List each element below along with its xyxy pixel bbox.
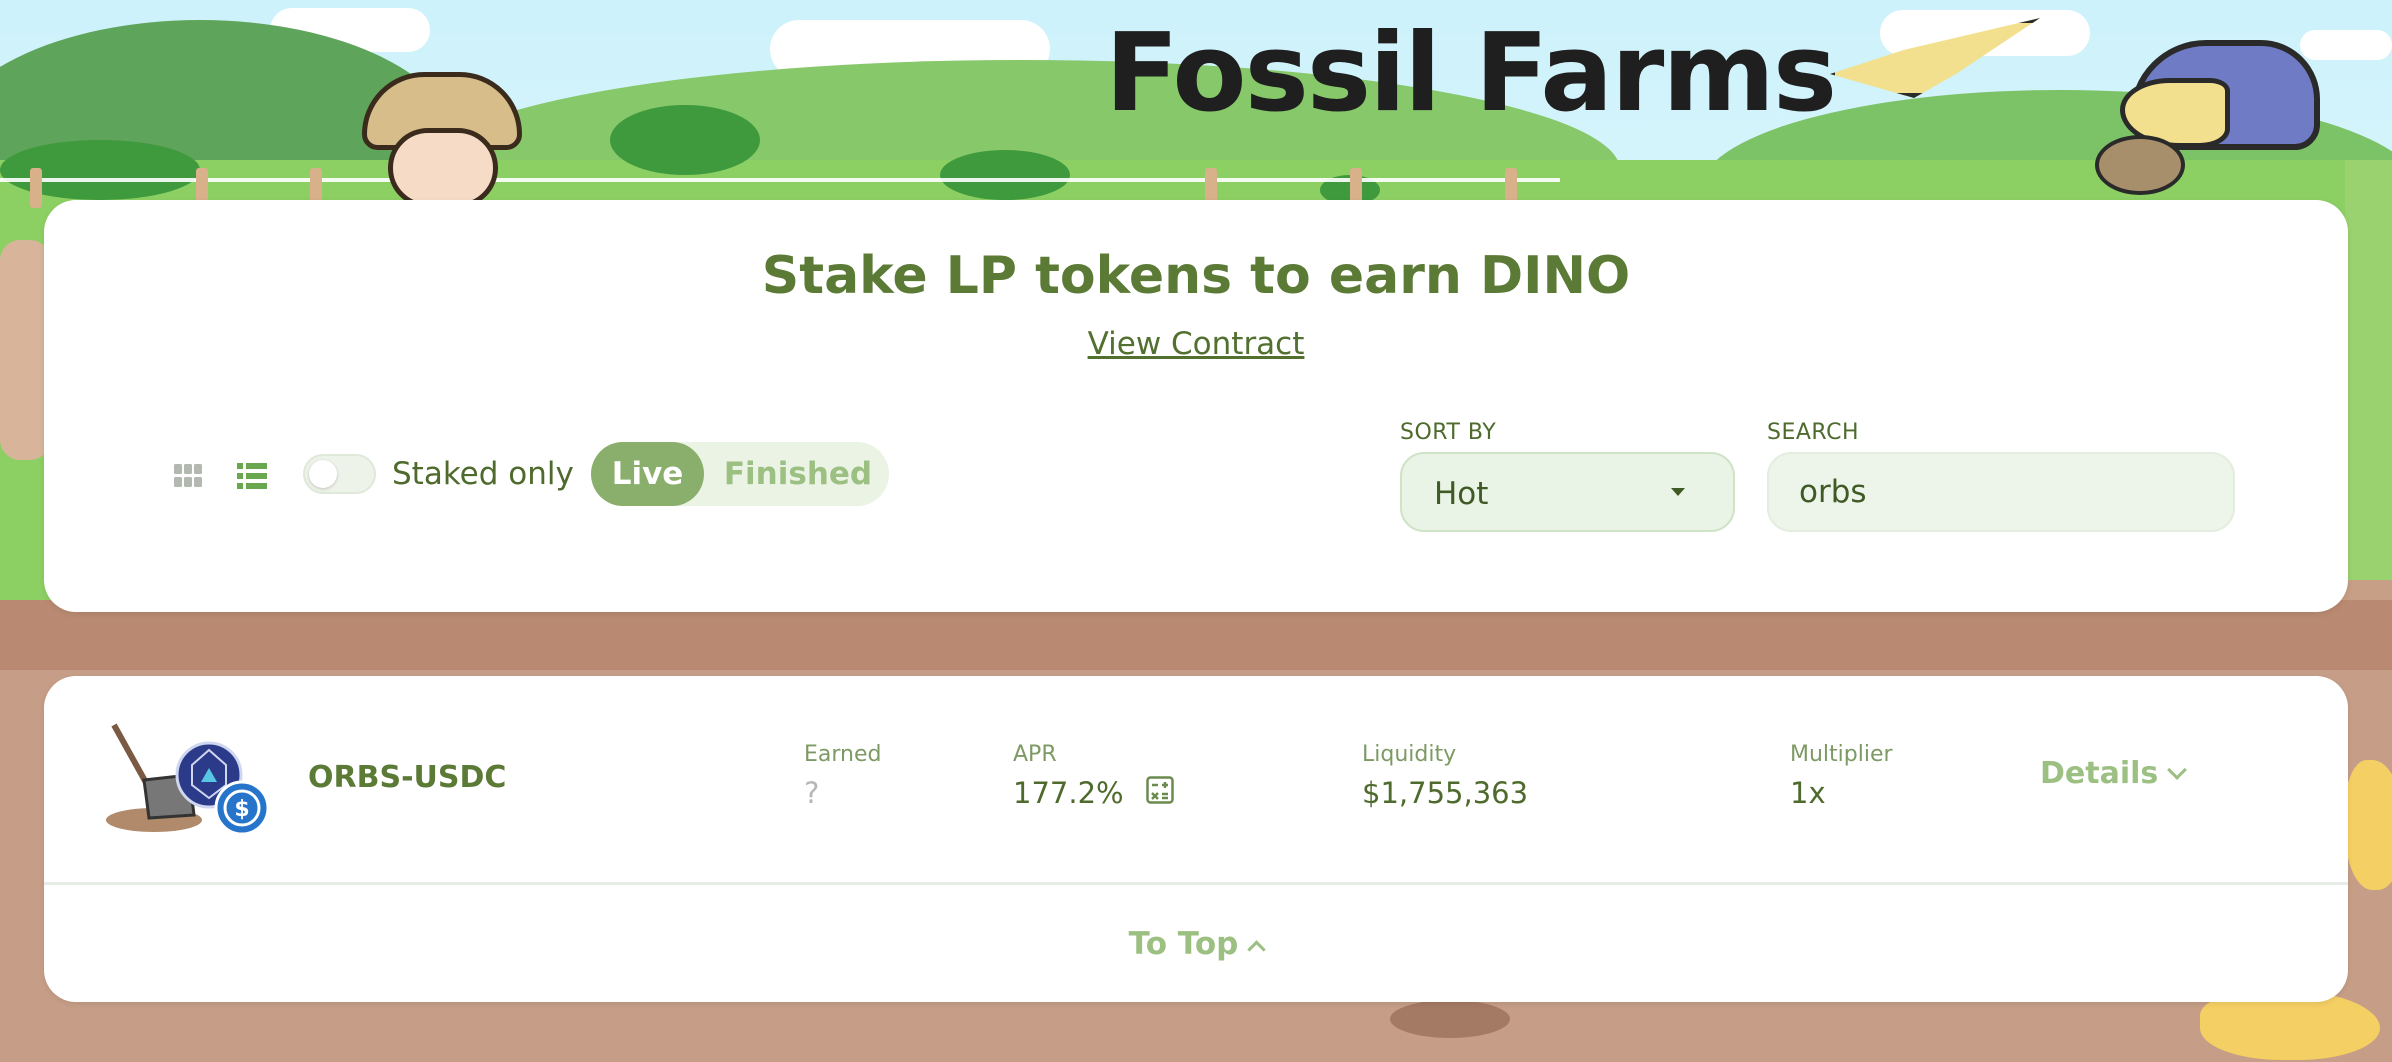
cloud xyxy=(2300,30,2392,60)
to-top-label: To Top xyxy=(1128,926,1239,962)
liquidity-label: Liquidity xyxy=(1362,742,1457,767)
svg-text:$: $ xyxy=(234,797,249,822)
fossil xyxy=(2345,760,2392,890)
divider xyxy=(44,882,2348,885)
search-label: SEARCH xyxy=(1767,420,1860,445)
details-label: Details xyxy=(2040,756,2159,791)
tree xyxy=(940,150,1070,200)
bird xyxy=(2095,135,2185,195)
earned-value: ? xyxy=(804,776,820,810)
multiplier-value: 1x xyxy=(1790,776,1826,810)
tree xyxy=(610,105,760,175)
chevron-down-icon xyxy=(2167,760,2188,780)
search-input[interactable] xyxy=(1767,452,2235,532)
list-view-icon[interactable] xyxy=(237,462,267,490)
calculator-icon[interactable] xyxy=(1146,776,1174,804)
toggle-knob xyxy=(309,460,337,488)
sort-by-label: SORT BY xyxy=(1400,420,1497,445)
rock xyxy=(1390,1000,1510,1038)
sort-selected-value: Hot xyxy=(1434,476,1489,512)
explorer-character xyxy=(388,128,498,208)
grass xyxy=(2345,160,2392,580)
orbs-usdc-token-icon: $ xyxy=(106,723,270,836)
apr-value: 177.2% xyxy=(1013,776,1124,810)
to-top-button[interactable]: To Top xyxy=(0,926,2392,962)
caret-down-icon xyxy=(1671,488,1685,496)
grid-view-icon[interactable] xyxy=(174,464,202,488)
tab-live[interactable]: Live xyxy=(591,442,704,506)
apr-label: APR xyxy=(1013,742,1057,767)
earned-label: Earned xyxy=(804,742,882,767)
sort-select[interactable]: Hot xyxy=(1400,452,1735,532)
chevron-up-icon xyxy=(1247,940,1267,959)
staked-only-toggle[interactable] xyxy=(303,454,376,494)
live-finished-tabs: Live Finished xyxy=(591,442,889,506)
view-contract-link-wrap: View Contract xyxy=(0,326,2392,362)
view-contract-link[interactable]: View Contract xyxy=(1088,326,1305,362)
details-button[interactable]: Details xyxy=(2040,756,2188,791)
tab-finished[interactable]: Finished xyxy=(713,442,883,506)
fence-post xyxy=(30,168,42,208)
liquidity-value: $1,755,363 xyxy=(1362,776,1529,810)
farm-pair-name: ORBS-USDC xyxy=(308,760,507,795)
multiplier-label: Multiplier xyxy=(1790,742,1893,767)
staked-only-label: Staked only xyxy=(392,456,574,492)
page-title: Stake LP tokens to earn DINO xyxy=(761,246,1631,306)
brand-title: Fossil Farms xyxy=(1105,11,1837,136)
fence xyxy=(0,178,1560,182)
